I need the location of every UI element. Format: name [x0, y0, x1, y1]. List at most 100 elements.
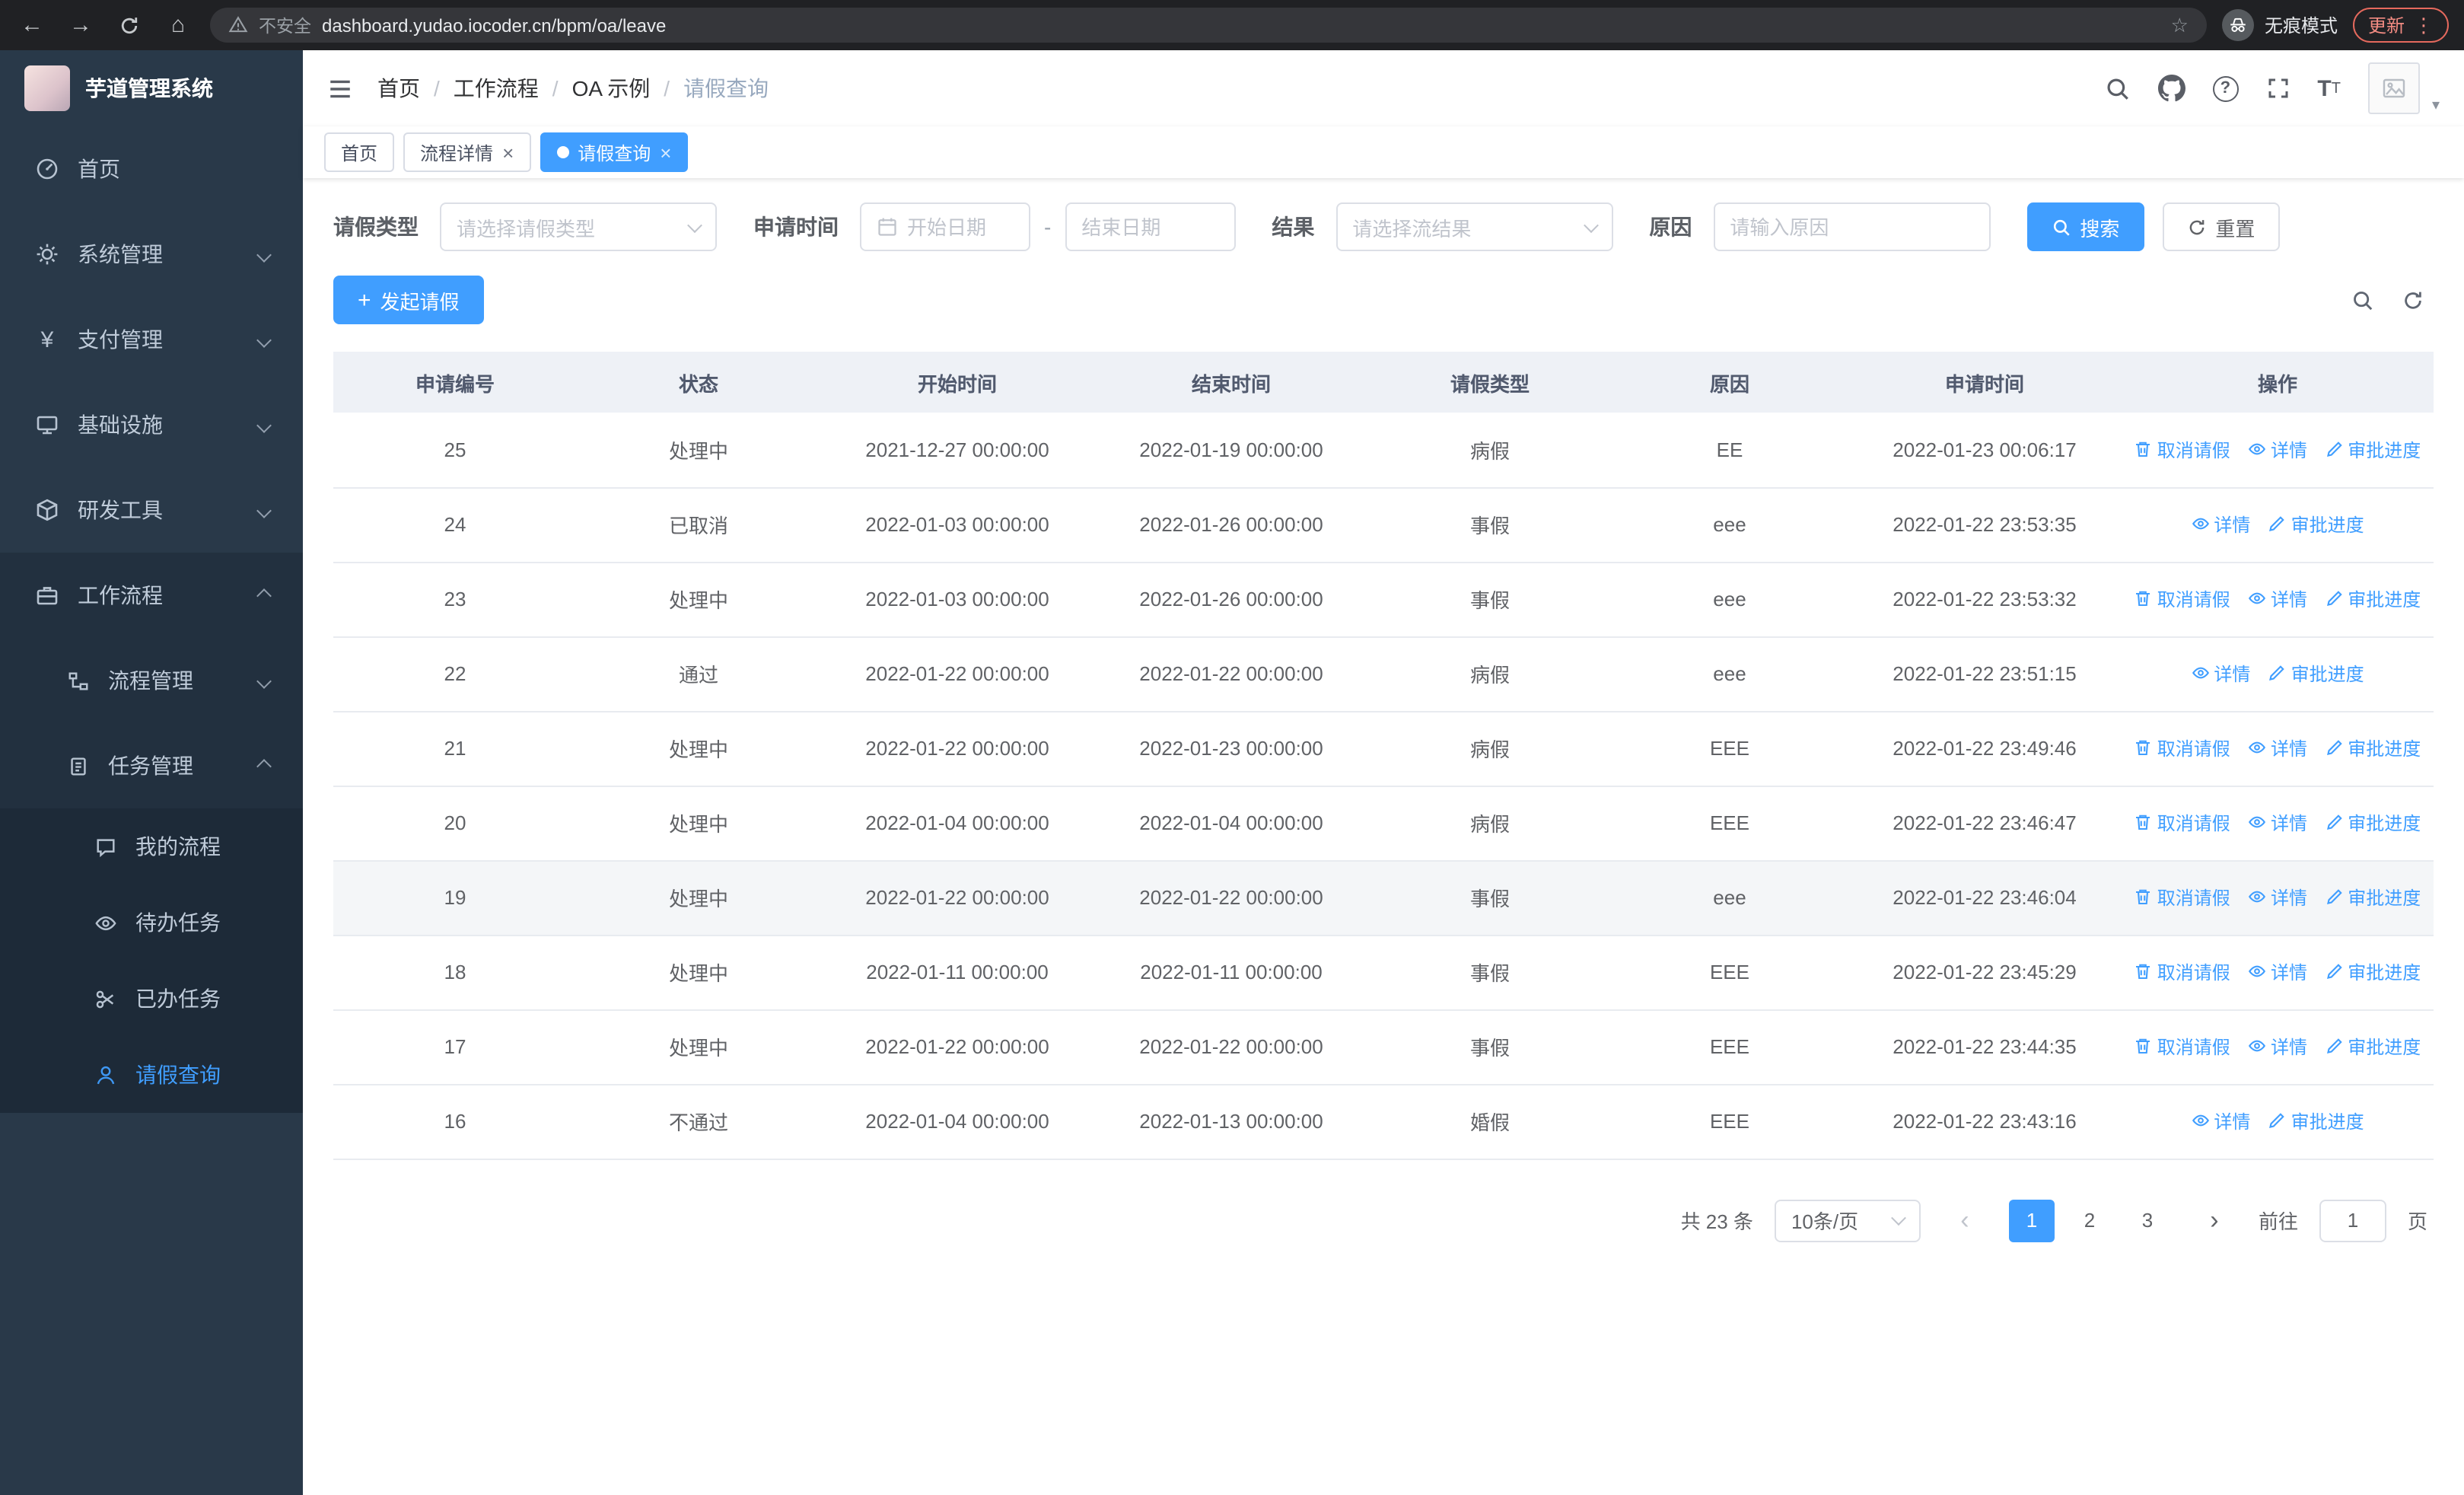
url-text[interactable]: dashboard.yudao.iocoder.cn/bpm/oa/leave	[322, 14, 666, 36]
page-button-2[interactable]: 2	[2067, 1199, 2112, 1242]
github-icon[interactable]	[2157, 75, 2185, 102]
detail-link[interactable]: 详情	[2248, 810, 2307, 836]
search-icon[interactable]	[2104, 75, 2130, 101]
detail-link[interactable]: 详情	[2191, 661, 2250, 687]
browser-menu-button[interactable]: 更新 ⋮	[2352, 8, 2449, 43]
toggle-search-button[interactable]	[2351, 288, 2374, 311]
back-icon[interactable]: ←	[15, 12, 49, 38]
result-select[interactable]: 请选择流结果	[1335, 202, 1613, 251]
goto-page-input[interactable]	[2319, 1199, 2386, 1242]
detail-link[interactable]: 详情	[2248, 959, 2307, 985]
help-icon[interactable]: ?	[2212, 75, 2239, 101]
cell-status: 处理中	[577, 413, 820, 488]
cell-status: 处理中	[577, 711, 820, 786]
approval-progress-link[interactable]: 审批进度	[2325, 885, 2421, 910]
cell-apply-time: 2022-01-22 23:51:15	[1848, 636, 2122, 712]
tab-process-detail[interactable]: 流程详情 ×	[403, 132, 531, 172]
avatar[interactable]	[2367, 62, 2420, 114]
end-date-input[interactable]	[1065, 202, 1236, 251]
fullscreen-icon[interactable]	[2265, 76, 2290, 100]
sidebar-item-task-mgmt[interactable]: 任务管理	[0, 723, 303, 808]
detail-link[interactable]: 详情	[2191, 512, 2250, 537]
sidebar-item-system-mgmt[interactable]: 系统管理	[0, 212, 303, 297]
breadcrumb-oa-example[interactable]: OA 示例	[572, 73, 651, 104]
address-bar[interactable]: 不安全 dashboard.yudao.iocoder.cn/bpm/oa/le…	[210, 8, 2207, 43]
reason-input[interactable]	[1713, 202, 1991, 251]
cell-start-time: 2022-01-22 00:00:00	[820, 711, 1094, 786]
page-button-1[interactable]: 1	[2008, 1199, 2055, 1242]
breadcrumb-workflow[interactable]: 工作流程	[454, 73, 539, 104]
detail-link[interactable]: 详情	[2248, 735, 2307, 761]
sidebar-item-home[interactable]: 首页	[0, 126, 303, 212]
dashboard-icon	[30, 157, 64, 181]
home-icon[interactable]: ⌂	[161, 12, 195, 38]
sidebar-item-process-mgmt[interactable]: 流程管理	[0, 638, 303, 723]
approval-progress-link[interactable]: 审批进度	[2268, 661, 2364, 687]
table-row: 21 处理中 2022-01-22 00:00:00 2022-01-23 00…	[333, 711, 2434, 786]
approval-progress-link[interactable]: 审批进度	[2268, 512, 2364, 537]
prev-page-button[interactable]: ‹	[1942, 1199, 1988, 1242]
cancel-leave-link[interactable]: 取消请假	[2135, 735, 2230, 761]
create-leave-button[interactable]: + 发起请假	[333, 276, 484, 324]
sidebar-item-payment-mgmt[interactable]: ¥ 支付管理	[0, 297, 303, 382]
approval-progress-link[interactable]: 审批进度	[2325, 810, 2421, 836]
page-button-3[interactable]: 3	[2125, 1199, 2170, 1242]
page-size-select[interactable]: 10条/页	[1774, 1199, 1921, 1242]
leave-type-select[interactable]: 请选择请假类型	[440, 202, 717, 251]
plus-icon: +	[358, 287, 371, 313]
refresh-table-button[interactable]	[2402, 288, 2424, 311]
approval-progress-link[interactable]: 审批进度	[2268, 1108, 2364, 1134]
cancel-leave-link[interactable]: 取消请假	[2135, 1034, 2230, 1060]
tab-leave-query[interactable]: 请假查询 ×	[540, 132, 689, 172]
table-row: 25 处理中 2021-12-27 00:00:00 2022-01-19 00…	[333, 413, 2434, 488]
tab-home[interactable]: 首页	[324, 132, 395, 172]
chevron-down-icon	[1891, 1210, 1906, 1226]
cell-start-time: 2022-01-04 00:00:00	[820, 1084, 1094, 1159]
forward-icon[interactable]: →	[64, 12, 97, 38]
sidebar-item-done-tasks[interactable]: 已办任务	[0, 961, 303, 1037]
detail-link[interactable]: 详情	[2248, 1034, 2307, 1060]
breadcrumb-home[interactable]: 首页	[377, 73, 420, 104]
table-row: 19 处理中 2022-01-22 00:00:00 2022-01-22 00…	[333, 860, 2434, 936]
close-icon[interactable]: ×	[660, 142, 671, 162]
detail-link[interactable]: 详情	[2248, 436, 2307, 462]
chevron-up-icon	[256, 758, 272, 773]
sidebar-fold-icon[interactable]	[327, 75, 353, 101]
cell-end-time: 2022-01-26 00:00:00	[1094, 562, 1368, 637]
cell-actions: 取消请假 详情 审批进度	[2122, 562, 2434, 637]
cancel-leave-link[interactable]: 取消请假	[2135, 436, 2230, 462]
font-size-icon[interactable]: TT	[2317, 75, 2341, 101]
detail-link[interactable]: 详情	[2248, 586, 2307, 612]
sidebar-item-workflow[interactable]: 工作流程	[0, 553, 303, 638]
sidebar-item-dev-tools[interactable]: 研发工具	[0, 467, 303, 553]
sidebar-item-leave-query[interactable]: 请假查询	[0, 1037, 303, 1113]
cancel-leave-link[interactable]: 取消请假	[2135, 810, 2230, 836]
reload-icon[interactable]	[113, 14, 146, 36]
cell-leave-type: 事假	[1368, 860, 1612, 936]
cancel-leave-link[interactable]: 取消请假	[2135, 586, 2230, 612]
chevron-down-icon[interactable]: ▾	[2432, 97, 2440, 113]
approval-progress-link[interactable]: 审批进度	[2325, 735, 2421, 761]
search-button[interactable]: 搜索	[2026, 202, 2144, 251]
close-icon[interactable]: ×	[502, 142, 514, 162]
cell-actions: 详情 审批进度	[2122, 636, 2434, 712]
sidebar-item-todo-tasks[interactable]: 待办任务	[0, 885, 303, 961]
sidebar-item-my-processes[interactable]: 我的流程	[0, 808, 303, 885]
cell-start-time: 2022-01-22 00:00:00	[820, 636, 1094, 712]
security-warning-icon[interactable]	[228, 15, 248, 35]
bookmark-star-icon[interactable]: ☆	[2171, 13, 2189, 37]
kebab-menu-icon[interactable]: ⋮	[2414, 13, 2434, 37]
detail-link[interactable]: 详情	[2191, 1108, 2250, 1134]
approval-progress-link[interactable]: 审批进度	[2325, 1034, 2421, 1060]
approval-progress-link[interactable]: 审批进度	[2325, 436, 2421, 462]
app-logo[interactable]: 芋道管理系统	[0, 50, 303, 126]
cancel-leave-link[interactable]: 取消请假	[2135, 959, 2230, 985]
approval-progress-link[interactable]: 审批进度	[2325, 586, 2421, 612]
approval-progress-link[interactable]: 审批进度	[2325, 959, 2421, 985]
detail-link[interactable]: 详情	[2248, 885, 2307, 910]
next-page-button[interactable]: ›	[2192, 1199, 2237, 1242]
sidebar-item-infrastructure[interactable]: 基础设施	[0, 382, 303, 467]
start-date-input[interactable]	[860, 202, 1030, 251]
reset-button[interactable]: 重置	[2162, 202, 2280, 251]
cancel-leave-link[interactable]: 取消请假	[2135, 885, 2230, 910]
